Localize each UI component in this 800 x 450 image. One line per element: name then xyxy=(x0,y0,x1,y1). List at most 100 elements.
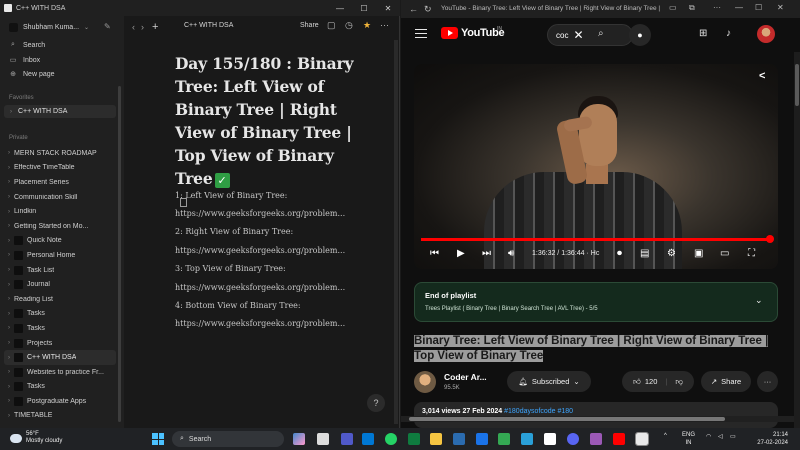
more-actions-button[interactable]: ··· xyxy=(757,371,778,392)
sidebar-page-item[interactable]: › Lindkin xyxy=(4,198,187,219)
system-clock[interactable]: 21:14 27-02-2024 xyxy=(752,431,788,447)
like-icon[interactable]: 👍︎ xyxy=(633,377,641,387)
dislike-icon[interactable]: 👎︎ xyxy=(675,377,683,387)
sidebar-page-item[interactable]: › Tasks xyxy=(4,307,116,322)
maximize-icon[interactable]: ☐ xyxy=(755,3,762,12)
teams-icon[interactable] xyxy=(341,433,353,445)
settings-gear-icon[interactable]: ⚙ xyxy=(667,248,676,259)
comment-icon[interactable]: ▢ xyxy=(327,20,336,31)
subscribed-button[interactable]: 🔔︎ Subscribed ⌄ xyxy=(507,371,591,392)
wifi-icon[interactable]: ◠ xyxy=(706,433,711,440)
captions-icon[interactable]: ▤ xyxy=(640,248,649,259)
cast-icon[interactable]: ▭ xyxy=(669,3,677,12)
youtube-taskbar-icon[interactable] xyxy=(613,433,625,445)
extensions-icon[interactable]: ⧉ xyxy=(689,3,695,13)
notion-active-icon[interactable] xyxy=(635,432,649,446)
back-icon[interactable]: ‹ xyxy=(132,22,135,32)
sidebar-page-item[interactable]: › Quick Note xyxy=(4,234,116,249)
sidebar-page-item[interactable]: › Projects xyxy=(4,336,116,351)
menu-icon[interactable] xyxy=(415,29,427,38)
sidebar-page-item[interactable]: › Personal Home xyxy=(4,248,116,263)
create-video-icon[interactable]: ⊞ xyxy=(699,28,707,39)
language-indicator[interactable]: ENG IN xyxy=(682,431,695,447)
more-icon[interactable]: ··· xyxy=(713,3,721,12)
share-button[interactable]: Share xyxy=(300,22,319,29)
sidebar-page-item[interactable]: › Placement Series xyxy=(4,175,187,207)
sidebar-new-page[interactable]: ⊕ New page xyxy=(9,70,54,79)
back-icon[interactable]: ← xyxy=(409,4,418,14)
excel-icon[interactable] xyxy=(408,433,420,445)
volume-icon[interactable]: 🔊︎ xyxy=(508,248,514,259)
breadcrumb[interactable]: C++ WITH DSA xyxy=(184,22,233,29)
link-text[interactable]: https://www.geeksforgeeks.org/problem... xyxy=(175,246,345,255)
sidebar-page-item[interactable]: › Getting Started on Mo... xyxy=(4,198,187,234)
list-item[interactable]: 4: Bottom View of Binary Tree: xyxy=(175,301,301,310)
windows-start-icon[interactable] xyxy=(152,433,164,445)
close-icon[interactable]: ✕ xyxy=(376,0,400,16)
miniplayer-icon[interactable]: ▣ xyxy=(694,248,703,259)
sidebar-page-item[interactable]: › Tasks xyxy=(4,380,116,395)
history-icon[interactable]: ◷ xyxy=(345,20,353,31)
notifications-bell-icon[interactable]: ♪ xyxy=(726,28,731,39)
list-item[interactable]: 2: Right View of Binary Tree: xyxy=(175,227,293,236)
channel-avatar[interactable] xyxy=(414,371,436,393)
playlist-panel[interactable]: End of playlist Trees Playlist ( Binary … xyxy=(414,282,778,322)
workspace-switcher[interactable]: Shubham Kuma... ⌄ xyxy=(9,23,89,32)
sidebar-scrollbar[interactable] xyxy=(118,86,121,422)
file-explorer-icon[interactable] xyxy=(430,433,442,445)
close-icon[interactable]: ✕ xyxy=(777,3,784,12)
sidebar-page-item[interactable]: › MERN STACK ROADMAP xyxy=(4,146,187,207)
playlist-name[interactable]: Trees Playlist ( Binary Tree | Binary Se… xyxy=(425,306,598,312)
whatsapp-icon[interactable] xyxy=(385,433,397,445)
channel-name[interactable]: Coder Ar... xyxy=(444,372,487,382)
ms-teams-icon[interactable] xyxy=(362,433,374,445)
app-icon[interactable] xyxy=(590,433,602,445)
account-avatar[interactable] xyxy=(757,25,775,43)
sidebar-search[interactable]: ⌕ Search xyxy=(9,41,45,49)
maximize-icon[interactable]: ☐ xyxy=(352,0,376,16)
minimize-icon[interactable]: — xyxy=(328,0,352,16)
next-icon[interactable]: ⏭ xyxy=(482,248,491,259)
new-page-icon[interactable]: ✎ xyxy=(104,22,111,31)
search-icon[interactable]: ⌕ xyxy=(598,28,604,39)
weather-widget[interactable]: 56°F Mostly cloudy xyxy=(10,431,62,445)
minimize-icon[interactable]: — xyxy=(735,3,743,12)
sheets-icon[interactable] xyxy=(498,433,510,445)
hashtags[interactable]: #180daysofcode #180 xyxy=(504,408,573,415)
sidebar-page-item[interactable]: › Task List xyxy=(4,263,116,278)
link-text[interactable]: https://www.geeksforgeeks.org/problem... xyxy=(175,283,345,292)
sidebar-page-item[interactable]: › Tasks xyxy=(4,321,116,336)
video-player[interactable]: < ⏮ ▶ ⏭ 🔊︎ 1:36:32 / 1:36:44 · Hc ⏺ ▤ ⚙ … xyxy=(414,64,778,269)
chevron-down-icon[interactable]: ⌄ xyxy=(755,295,763,306)
youtube-logo[interactable]: YouTube IN xyxy=(441,26,505,39)
share-button[interactable]: ↗ Share xyxy=(701,371,751,392)
sidebar-page-item[interactable]: › Websites to practice Fr... xyxy=(4,365,116,380)
horizontal-scrollbar[interactable] xyxy=(401,416,794,422)
play-icon[interactable]: ▶ xyxy=(457,248,465,259)
battery-icon[interactable]: ▭ xyxy=(730,433,736,440)
more-icon[interactable]: ··· xyxy=(380,20,389,30)
previous-icon[interactable]: ⏮ xyxy=(430,248,439,259)
help-button[interactable]: ? xyxy=(367,394,385,412)
sidebar-page-item[interactable]: › TIMETABLE xyxy=(4,198,187,424)
theater-mode-icon[interactable]: ▭ xyxy=(720,248,729,259)
task-view-icon[interactable] xyxy=(317,433,329,445)
content-scrollbar[interactable] xyxy=(394,40,398,424)
copilot-icon[interactable] xyxy=(293,433,305,445)
fullscreen-icon[interactable]: ⛶ xyxy=(748,248,755,259)
sidebar-page-item[interactable]: › Postgraduate Apps xyxy=(4,394,116,409)
add-icon[interactable]: + xyxy=(152,21,158,33)
clear-search-icon[interactable]: ✕ xyxy=(573,28,583,42)
seek-bar[interactable] xyxy=(421,235,775,243)
microphone-icon[interactable]: ● xyxy=(629,24,651,46)
search-input[interactable]: coc ✕ ⌕ xyxy=(547,24,633,46)
list-item[interactable]: 3: Top View of Binary Tree: xyxy=(175,264,286,273)
description-box[interactable]: 3,014 views 27 Feb 2024 #180daysofcode #… xyxy=(414,402,778,428)
scroll-thumb[interactable] xyxy=(795,64,799,106)
taskbar-search[interactable]: ⌕ Search xyxy=(172,431,284,447)
reload-icon[interactable]: ↻ xyxy=(424,4,432,15)
vertical-scrollbar[interactable] xyxy=(794,52,800,428)
link-text[interactable]: https://www.geeksforgeeks.org/problem... xyxy=(175,209,345,218)
page-title[interactable]: Day 155/180 : Binary Tree: Left View of … xyxy=(175,52,355,190)
volume-icon[interactable]: ◁ xyxy=(718,433,723,440)
